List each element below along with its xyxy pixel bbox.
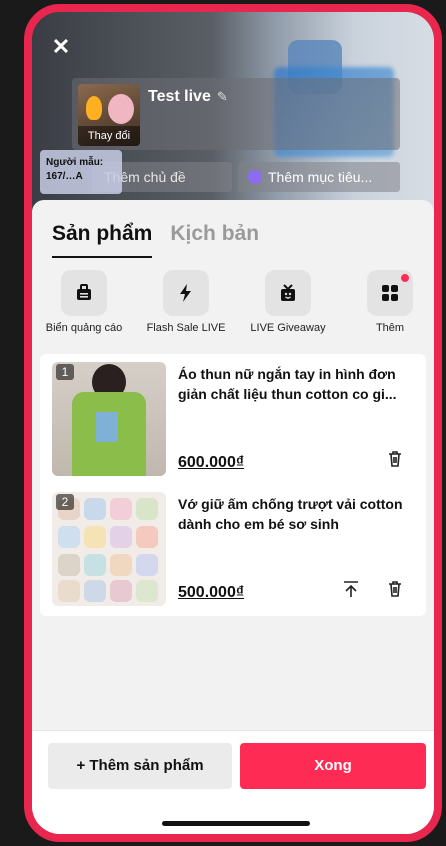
goal-button[interactable]: Thêm mục tiêu...	[238, 162, 400, 192]
lightning-icon	[163, 270, 209, 316]
cover-flame	[86, 96, 102, 120]
sheet-footer: + Thêm sản phẩm Xong	[32, 730, 434, 834]
product-item[interactable]: 2 Vớ giữ ấm chống trượt vải cotton dành …	[52, 492, 414, 610]
product-item[interactable]: 1 Áo thun nữ ngắn tay in hình đơn giản c…	[52, 362, 414, 480]
sock-swatch	[136, 580, 158, 602]
product-image: 1	[52, 362, 166, 476]
sock-swatch	[58, 526, 80, 548]
phone-frame: ✕ Thay đổi Test live ✎ Thêm chủ đề Thêm m…	[24, 4, 442, 842]
goal-label: Thêm mục tiêu...	[268, 169, 373, 185]
trash-icon[interactable]	[384, 578, 406, 600]
sock-swatch	[110, 498, 132, 520]
trash-icon[interactable]	[384, 448, 406, 470]
sock-swatch	[84, 526, 106, 548]
action-flash-sale[interactable]: Flash Sale LIVE	[136, 270, 236, 334]
sock-swatch	[110, 554, 132, 576]
gift-box-icon	[265, 270, 311, 316]
action-billboard[interactable]: Biển quảng cáo	[34, 270, 134, 334]
sock-swatch	[84, 498, 106, 520]
home-indicator	[162, 821, 310, 826]
model-tag: Người mẫu: 167/…A	[40, 150, 122, 194]
product-sheet: Sản phẩm Kịch bản Biển quảng cáo Flash S…	[32, 200, 434, 834]
sock-swatch	[110, 580, 132, 602]
sheet-tabs: Sản phẩm Kịch bản	[52, 222, 259, 258]
sock-swatch	[58, 554, 80, 576]
notification-dot	[401, 274, 409, 282]
action-label: Thêm	[375, 322, 405, 334]
sock-swatch	[136, 554, 158, 576]
action-label: Flash Sale LIVE	[146, 322, 226, 334]
shirt-print	[96, 412, 118, 442]
live-info-card: Thay đổi Test live ✎	[72, 78, 400, 150]
sock-swatch	[110, 526, 132, 548]
product-image: 2	[52, 492, 166, 606]
action-more[interactable]: Thêm	[340, 270, 434, 334]
action-row: Biển quảng cáo Flash Sale LIVE LIVE Give…	[32, 270, 434, 340]
live-title-text: Test live	[148, 88, 211, 105]
action-label: LIVE Giveaway	[250, 322, 326, 334]
apps-grid-icon	[367, 270, 413, 316]
product-name: Vớ giữ ấm chống trượt vải cotton dành ch…	[178, 496, 403, 532]
cover-pig	[108, 94, 134, 124]
billboard-icon	[61, 270, 107, 316]
product-name: Áo thun nữ ngắn tay in hình đơn giản chấ…	[178, 366, 397, 402]
sock-swatch	[136, 526, 158, 548]
tab-products[interactable]: Sản phẩm	[52, 222, 153, 258]
tab-script[interactable]: Kịch bản	[170, 222, 259, 258]
sock-swatch	[58, 580, 80, 602]
sock-swatch	[136, 498, 158, 520]
product-list: 1 Áo thun nữ ngắn tay in hình đơn giản c…	[40, 354, 426, 616]
pencil-icon[interactable]: ✎	[217, 89, 228, 105]
product-index: 1	[56, 364, 74, 380]
product-index: 2	[56, 494, 74, 510]
close-icon[interactable]: ✕	[50, 36, 72, 58]
live-title[interactable]: Test live ✎	[148, 88, 228, 106]
add-product-button[interactable]: + Thêm sản phẩm	[48, 743, 232, 789]
pin-to-top-icon[interactable]	[340, 578, 362, 600]
action-label: Biển quảng cáo	[45, 322, 123, 334]
target-icon	[248, 170, 262, 184]
sock-swatch	[84, 580, 106, 602]
product-price: 500.000₫	[178, 584, 245, 601]
change-cover-label[interactable]: Thay đổi	[78, 126, 140, 146]
product-price: 600.000₫	[178, 454, 245, 471]
sock-swatch	[84, 554, 106, 576]
cover-image[interactable]: Thay đổi	[78, 84, 140, 146]
done-button[interactable]: Xong	[240, 743, 426, 789]
action-giveaway[interactable]: LIVE Giveaway	[238, 270, 338, 334]
